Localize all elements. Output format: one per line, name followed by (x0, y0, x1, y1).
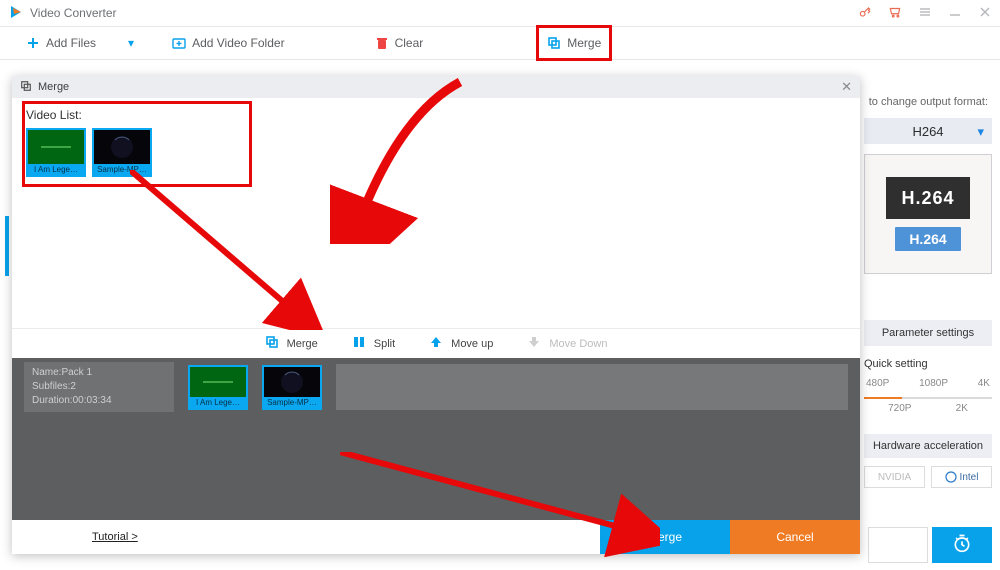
plus-icon (26, 36, 40, 50)
modal-header: Merge ✕ (12, 76, 860, 98)
chevron-down-icon[interactable]: ▾ (128, 36, 134, 50)
merge-label: Merge (567, 36, 601, 50)
cart-icon[interactable] (888, 5, 902, 22)
modal-moveup-label: Move up (451, 338, 493, 350)
trash-icon (375, 36, 389, 50)
pack-thumb[interactable]: Sample-MP… (262, 365, 322, 410)
modal-footer: Tutorial > Merge Cancel (12, 520, 860, 554)
titlebar: Video Converter (0, 0, 1000, 26)
video-thumb-caption: Sample-MP… (264, 397, 320, 408)
key-icon[interactable] (858, 5, 872, 22)
codec-dark-label: H.264 (886, 177, 970, 219)
hardware-accel-button[interactable]: Hardware acceleration (864, 434, 992, 458)
folder-plus-icon (172, 36, 186, 50)
modal-movedown-button: Move Down (527, 335, 607, 352)
video-list-label: Video List: (26, 108, 846, 122)
vendor-nvidia[interactable]: NVIDIA (864, 466, 925, 488)
pack-strip-spacer (336, 364, 848, 410)
modal-moveup-button[interactable]: Move up (429, 335, 493, 352)
merge-icon (265, 335, 279, 352)
modal-footer-merge-button[interactable]: Merge (600, 520, 730, 554)
add-video-folder-button[interactable]: Add Video Folder (166, 29, 291, 57)
minimize-button[interactable] (948, 5, 962, 22)
res-2k: 2K (956, 403, 968, 414)
res-720p: 720P (888, 403, 911, 414)
modal-split-button[interactable]: Split (352, 335, 395, 352)
merge-modal: Merge ✕ Video List: I Am Lege… Sample-MP… (12, 76, 860, 554)
video-thumb-image (264, 367, 320, 397)
res-4k: 4K (978, 378, 990, 389)
video-thumb-caption: Sample-MP… (94, 164, 150, 175)
merge-icon (20, 80, 32, 95)
add-folder-label: Add Video Folder (192, 36, 285, 50)
video-thumb-caption: I Am Lege… (28, 164, 84, 175)
merge-icon (547, 36, 561, 50)
video-list-thumbs: I Am Lege… Sample-MP… (26, 128, 846, 177)
codec-pill-label: H.264 (895, 227, 960, 251)
modal-footer-cancel-button[interactable]: Cancel (730, 520, 860, 554)
modal-movedown-label: Move Down (549, 338, 607, 350)
modal-merge-button[interactable]: Merge (265, 335, 318, 352)
res-480p: 480P (866, 378, 889, 389)
format-select[interactable]: H264 ▾ (864, 118, 992, 144)
pack-thumb[interactable]: I Am Lege… (188, 365, 248, 410)
arrow-down-icon (527, 335, 541, 352)
tutorial-link[interactable]: Tutorial > (92, 531, 138, 543)
vendor-intel[interactable]: Intel (931, 466, 992, 488)
modal-title: Merge (38, 81, 69, 93)
format-value: H264 (912, 124, 943, 139)
chevron-down-icon: ▾ (977, 124, 984, 140)
split-icon (352, 335, 366, 352)
video-thumb[interactable]: Sample-MP… (92, 128, 152, 177)
video-thumb-image (94, 130, 150, 164)
convert-secondary-button[interactable] (868, 527, 928, 563)
merge-button[interactable]: Merge (541, 29, 607, 57)
modal-close-button[interactable]: ✕ (841, 79, 852, 95)
video-thumb-image (190, 367, 246, 397)
modal-body-spacer (12, 416, 860, 520)
parameter-settings-button[interactable]: Parameter settings (864, 320, 992, 346)
convert-button[interactable] (932, 527, 992, 563)
clear-label: Clear (395, 36, 424, 50)
modal-action-bar: Merge Split Move up Move Down (12, 328, 860, 358)
add-files-label: Add Files (46, 36, 96, 50)
add-files-button[interactable]: Add Files ▾ (20, 29, 140, 57)
app-logo-icon (8, 4, 24, 23)
res-1080p: 1080P (919, 378, 948, 389)
menu-icon[interactable] (918, 5, 932, 22)
clock-icon (952, 533, 972, 558)
modal-split-label: Split (374, 338, 395, 350)
selection-indicator (5, 216, 9, 276)
video-thumb-image (28, 130, 84, 164)
modal-merge-label: Merge (287, 338, 318, 350)
output-panel: H264 ▾ H.264 H.264 Parameter settings Qu… (864, 96, 992, 488)
resolution-slider[interactable] (864, 395, 992, 401)
video-thumb[interactable]: I Am Lege… (26, 128, 86, 177)
main-toolbar: Add Files ▾ Add Video Folder Clear Merge (0, 26, 1000, 60)
quick-setting-label: Quick setting (864, 358, 992, 370)
pack-info: Name:Pack 1 Subfiles:2 Duration:00:03:34 (24, 362, 174, 412)
pack-strip[interactable]: Name:Pack 1 Subfiles:2 Duration:00:03:34… (12, 358, 860, 416)
codec-preview[interactable]: H.264 H.264 (864, 154, 992, 274)
arrow-up-icon (429, 335, 443, 352)
video-thumb-caption: I Am Lege… (190, 397, 246, 408)
app-title: Video Converter (30, 6, 117, 20)
clear-button[interactable]: Clear (369, 29, 430, 57)
close-button[interactable] (978, 5, 992, 22)
